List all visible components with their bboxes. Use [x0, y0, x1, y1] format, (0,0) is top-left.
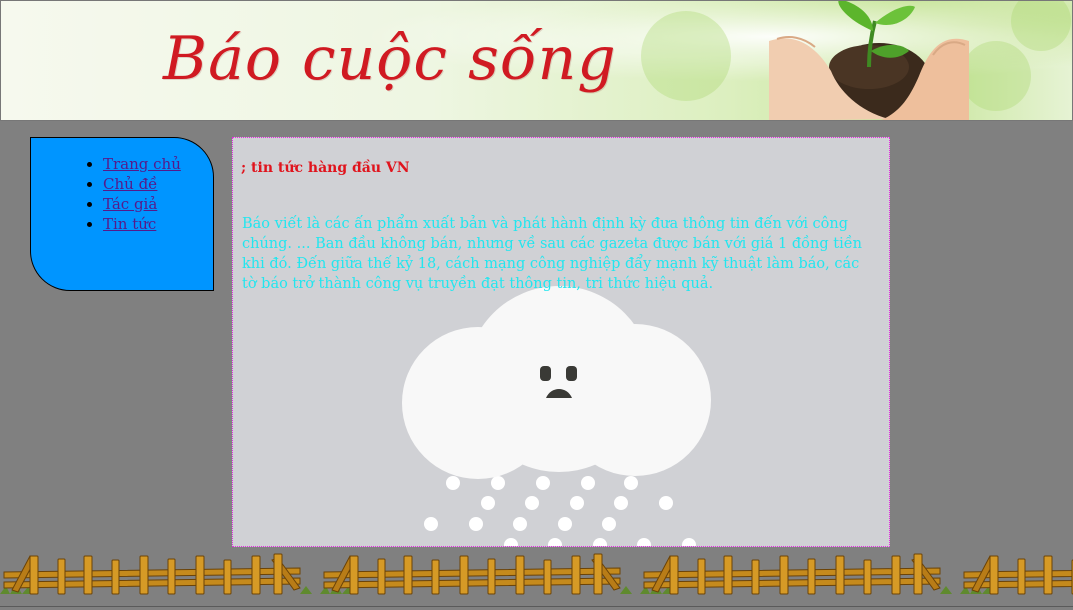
nav-link-topics[interactable]: Chủ đề	[103, 175, 157, 193]
nav-item-home: Trang chủ	[103, 154, 213, 174]
bokeh-decoration	[641, 11, 731, 101]
nav-link-authors[interactable]: Tác giả	[103, 195, 157, 213]
nav-link-news[interactable]: Tin tức	[103, 215, 156, 233]
hands-plant-icon	[769, 1, 969, 120]
nav-item-topics: Chủ đề	[103, 174, 213, 194]
nav-link-home[interactable]: Trang chủ	[103, 155, 181, 173]
fence-footer	[0, 553, 1073, 595]
article-text: Báo viết là các ấn phẩm xuất bản và phát…	[242, 216, 862, 292]
nav-list: Trang chủ Chủ đề Tác giả Tin tức	[31, 138, 213, 234]
nav-item-authors: Tác giả	[103, 194, 213, 214]
site-title: Báo cuộc sống	[163, 24, 617, 94]
header-banner: Báo cuộc sống	[0, 0, 1073, 121]
bokeh-decoration	[1011, 1, 1071, 51]
headline: ; tin tức hàng đầu VN	[241, 160, 410, 176]
main-content: ; tin tức hàng đầu VN Báo viết là các ấn…	[232, 137, 890, 547]
sidebar-nav: Trang chủ Chủ đề Tác giả Tin tức	[30, 137, 214, 291]
nav-item-news: Tin tức	[103, 214, 213, 234]
bokeh-decoration	[961, 41, 1031, 111]
sad-rain-cloud-icon	[402, 286, 711, 546]
bottom-divider	[0, 606, 1073, 607]
